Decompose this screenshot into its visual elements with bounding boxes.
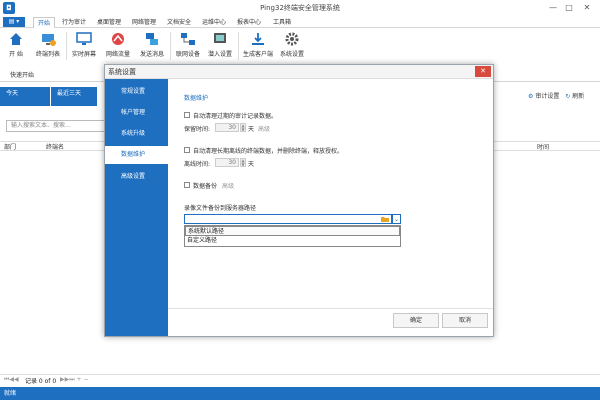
message-icon	[146, 33, 158, 45]
app-menu-button[interactable]: ▤ ▾	[3, 17, 25, 27]
record-path-input[interactable]	[184, 214, 392, 224]
nav-advanced-settings[interactable]: 高级设置	[105, 168, 168, 186]
keep-time-advanced-link[interactable]: 高级	[258, 124, 270, 133]
auto-clean-offline-checkbox[interactable]	[184, 147, 190, 153]
ok-button[interactable]: 确定	[393, 313, 439, 328]
pager-next-icon[interactable]: ▶▶⏭ + −	[60, 376, 89, 384]
embed-settings-button[interactable]: 潜入设置	[206, 31, 234, 61]
minimize-button[interactable]: —	[546, 2, 560, 14]
data-backup-label: 数据备份	[193, 183, 218, 190]
tab-today[interactable]: 今天	[0, 87, 50, 106]
right-toolbar: ⚙ 审计设置 ↻ 刷新	[528, 91, 584, 100]
close-window-button[interactable]: ✕	[580, 2, 594, 14]
window-title: Ping32终端安全管理系统	[260, 4, 340, 12]
offline-time-label: 离线时间:	[184, 161, 211, 168]
nav-data-maintenance[interactable]: 数据维护	[105, 146, 168, 164]
maximize-button[interactable]: □	[562, 2, 576, 14]
chevron-down-icon[interactable]: ⌄	[392, 214, 401, 224]
tab-last-three-days[interactable]: 最近三天	[51, 87, 97, 106]
record-path-label: 录像文件备份到服务器路径	[184, 205, 257, 212]
tab-toolbox[interactable]: 工具箱	[270, 17, 294, 28]
keep-time-stepper[interactable]: ▲ ▼	[240, 123, 246, 132]
generate-client-button[interactable]: 生成客户端	[242, 31, 274, 61]
send-message-button[interactable]: 发送消息	[138, 31, 166, 61]
keep-time-input[interactable]: 30	[215, 123, 239, 132]
start-button[interactable]: 开 始	[4, 31, 28, 61]
home-icon	[10, 33, 22, 45]
pager-bar	[0, 374, 600, 386]
offline-time-unit: 天	[248, 161, 255, 168]
nav-general-settings[interactable]: 常规设置	[105, 83, 168, 101]
cancel-button[interactable]: 取消	[442, 313, 488, 328]
tab-document-security[interactable]: 文档安全	[165, 17, 193, 28]
data-backup-checkbox[interactable]	[184, 182, 190, 188]
auto-clean-label: 自动清理过期的审计记录数据。	[193, 113, 278, 120]
auto-clean-offline-label: 自动清理长期离线的终端数据，并删除终端，释放授权。	[193, 148, 344, 155]
keep-time-label: 保留时间:	[184, 126, 211, 133]
tab-start[interactable]: 开始	[33, 17, 55, 28]
dialog-title: 系统设置	[108, 68, 136, 76]
offline-time-stepper[interactable]: ▲ ▼	[240, 158, 246, 167]
monitor-icon	[76, 32, 92, 45]
system-settings-button[interactable]: 系统设置	[278, 31, 306, 61]
data-backup-advanced-link[interactable]: 高级	[222, 181, 234, 190]
status-bar: 就绪	[0, 387, 600, 400]
auto-clean-checkbox[interactable]	[184, 112, 190, 118]
pager-record-text: 记录 0 of 0	[25, 378, 57, 385]
tab-network-management[interactable]: 网络管理	[130, 17, 158, 28]
network-device-button[interactable]: 联网设备	[174, 31, 202, 61]
traffic-icon	[112, 33, 124, 45]
column-terminal-name[interactable]: 终端名	[46, 142, 64, 151]
column-time[interactable]: 时间	[537, 142, 549, 151]
audit-settings-icon: ⚙	[528, 93, 534, 100]
section-title: 数据维护	[184, 95, 209, 102]
dropdown-option-default-path[interactable]: 系统默认路径	[185, 226, 400, 236]
network-device-icon	[181, 33, 195, 45]
refresh-icon: ↻	[565, 93, 571, 100]
menu-bar	[0, 17, 600, 28]
realtime-screen-button[interactable]: 实时屏幕	[70, 31, 98, 61]
nav-account-management[interactable]: 帐户管理	[105, 104, 168, 122]
keep-time-unit: 天	[248, 126, 255, 133]
tab-desktop-management[interactable]: 桌面管理	[95, 17, 123, 28]
dialog-close-button[interactable]: ✕	[475, 66, 491, 77]
tab-ops-center[interactable]: 运维中心	[200, 17, 228, 28]
embed-settings-icon	[214, 33, 226, 43]
tab-report-center[interactable]: 报表中心	[235, 17, 263, 28]
download-icon	[252, 33, 264, 45]
dialog-title-bar	[105, 65, 493, 79]
ribbon-group-label: 快速开始	[10, 72, 35, 79]
terminal-list-button[interactable]: 终端列表	[34, 31, 62, 61]
refresh-link[interactable]: 刷新	[572, 93, 584, 100]
pager-first-icon[interactable]: ⏮◀◀	[4, 376, 19, 384]
terminal-list-icon	[42, 34, 56, 46]
column-department[interactable]: 部门	[4, 142, 16, 151]
audit-settings-link[interactable]: 审计设置	[535, 93, 559, 100]
network-traffic-button[interactable]: 网络流量	[104, 31, 132, 61]
gear-icon	[285, 32, 299, 46]
offline-time-input[interactable]: 30	[215, 158, 239, 167]
dropdown-option-custom-path[interactable]: 自定义路径	[185, 236, 400, 246]
nav-system-upgrade[interactable]: 系统升级	[105, 125, 168, 143]
tab-behavior-audit[interactable]: 行为审计	[60, 17, 88, 28]
folder-icon[interactable]	[381, 215, 389, 223]
